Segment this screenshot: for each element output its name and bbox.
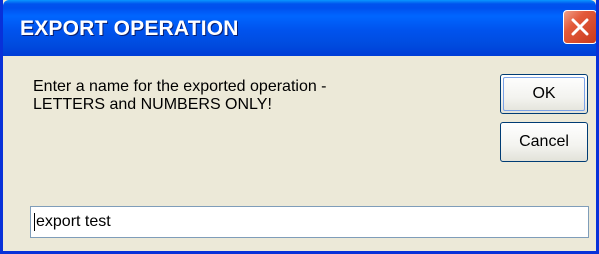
export-operation-dialog: EXPORT OPERATION Enter a name for the ex… bbox=[0, 0, 599, 254]
title-bar[interactable]: EXPORT OPERATION bbox=[3, 0, 596, 56]
operation-name-value: export test bbox=[36, 213, 111, 230]
close-button[interactable] bbox=[563, 10, 596, 44]
message-line-2: LETTERS and NUMBERS ONLY! bbox=[33, 96, 272, 113]
close-icon bbox=[571, 18, 589, 36]
ok-button[interactable]: OK bbox=[500, 74, 588, 114]
cancel-button[interactable]: Cancel bbox=[500, 122, 588, 162]
text-caret bbox=[34, 212, 35, 231]
dialog-message: Enter a name for the exported operation … bbox=[33, 78, 453, 114]
operation-name-input[interactable]: export test bbox=[30, 206, 589, 238]
window-title: EXPORT OPERATION bbox=[20, 17, 239, 40]
message-line-1: Enter a name for the exported operation … bbox=[33, 78, 327, 95]
